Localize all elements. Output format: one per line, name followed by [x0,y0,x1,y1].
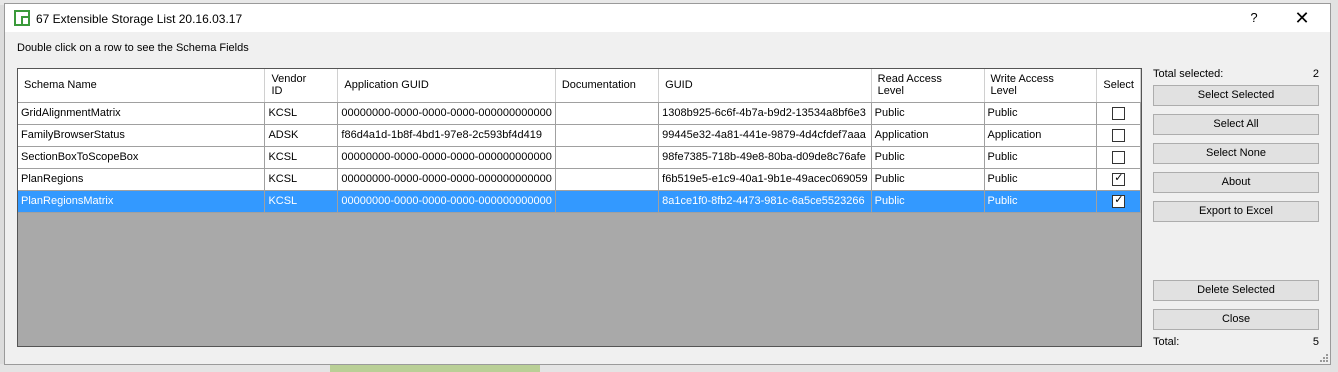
cell-guid[interactable]: 98fe7385-718b-49e8-80ba-d09de8c76afe [658,146,872,169]
cell-write-access[interactable]: Public [984,190,1098,213]
select-checkbox[interactable] [1112,128,1126,142]
cell-schema-name[interactable]: PlanRegionsMatrix [18,190,266,213]
app-icon [14,10,30,26]
total-label: Total: [1153,336,1180,348]
cell-write-access[interactable]: Public [984,168,1098,191]
title-bar[interactable]: 67 Extensible Storage List 20.16.03.17 ?… [5,4,1330,32]
table-row[interactable]: SectionBoxToScopeBox KCSL 00000000-0000-00… [18,146,1141,169]
cell-read-access[interactable]: Public [871,102,985,125]
schema-grid[interactable]: Schema Name Vendor ID Application GUID Do… [17,68,1142,347]
background-right [1330,0,1338,372]
cell-select[interactable]: ✓ [1096,190,1141,213]
cell-vendor-id[interactable]: KCSL [264,102,339,125]
cell-documentation[interactable] [555,146,660,169]
col-header-vendor-id[interactable]: Vendor ID [264,69,339,103]
cell-schema-name[interactable]: GridAlignmentMatrix [18,102,266,125]
select-checkbox[interactable] [1112,150,1126,164]
select-checkbox[interactable] [1112,106,1126,120]
delete-selected-button[interactable]: Delete Selected [1153,280,1319,301]
cell-schema-name[interactable]: PlanRegions [18,168,266,191]
select-checkbox[interactable]: ✓ [1112,193,1126,208]
select-selected-button[interactable]: Select Selected [1153,85,1319,106]
table-row[interactable]: PlanRegionsMatrix KCSL 00000000-0000-0000-… [18,190,1141,213]
cell-read-access[interactable]: Public [871,168,985,191]
select-all-button[interactable]: Select All [1153,114,1319,135]
col-header-select[interactable]: Select [1096,69,1141,103]
cell-select[interactable] [1096,124,1141,147]
about-button[interactable]: About [1153,172,1319,193]
total-selected-label: Total selected: [1153,68,1224,80]
export-excel-button[interactable]: Export to Excel [1153,201,1319,222]
cell-guid[interactable]: 8a1ce1f0-8fb2-4473-981c-6a5ce5523266 [658,190,872,213]
cell-read-access[interactable]: Application [871,124,985,147]
cell-vendor-id[interactable]: KCSL [264,146,339,169]
col-header-read-access[interactable]: Read Access Level [871,69,985,103]
cell-vendor-id[interactable]: KCSL [264,168,339,191]
cell-application-guid[interactable]: f86d4a1d-1b8f-4bd1-97e8-2c593bf4d419 [337,124,556,147]
col-header-schema-name[interactable]: Schema Name [18,69,266,103]
cell-guid[interactable]: 1308b925-6c6f-4b7a-b9d2-13534a8bf6e3 [658,102,872,125]
instruction-text: Double click on a row to see the Schema … [17,42,249,54]
cell-write-access[interactable]: Public [984,146,1098,169]
select-checkbox[interactable]: ✓ [1112,171,1126,186]
cell-vendor-id[interactable]: ADSK [264,124,339,147]
select-none-button[interactable]: Select None [1153,143,1319,164]
table-row[interactable]: FamilyBrowserStatus ADSK f86d4a1d-1b8f-4bd… [18,124,1141,147]
window-title: 67 Extensible Storage List 20.16.03.17 [36,12,243,26]
col-header-guid[interactable]: GUID [658,69,872,103]
background-drawing [330,364,540,372]
table-row[interactable]: PlanRegions KCSL 00000000-0000-0000-0000-0… [18,168,1141,191]
cell-guid[interactable]: 99445e32-4a81-441e-9879-4d4cfdef7aaa [658,124,872,147]
checkmark-icon: ✓ [1114,171,1124,184]
cell-application-guid[interactable]: 00000000-0000-0000-0000-000000000000 [337,190,556,213]
cell-application-guid[interactable]: 00000000-0000-0000-0000-000000000000 [337,102,556,125]
cell-schema-name[interactable]: SectionBoxToScopeBox [18,146,266,169]
cell-select[interactable]: ✓ [1096,168,1141,191]
col-header-write-access[interactable]: Write Access Level [984,69,1098,103]
cell-select[interactable] [1096,146,1141,169]
cell-vendor-id[interactable]: KCSL [264,190,339,213]
cell-write-access[interactable]: Application [984,124,1098,147]
cell-read-access[interactable]: Public [871,146,985,169]
col-header-application-guid[interactable]: Application GUID [337,69,556,103]
background-bottom [0,364,1338,372]
grid-header-row: Schema Name Vendor ID Application GUID Do… [18,69,1141,103]
dialog-window: 67 Extensible Storage List 20.16.03.17 ?… [4,3,1331,365]
close-button[interactable]: Close [1153,309,1319,330]
cell-documentation[interactable] [555,168,660,191]
cell-documentation[interactable] [555,102,660,125]
cell-schema-name[interactable]: FamilyBrowserStatus [18,124,266,147]
side-panel: Total selected: 2 Select Selected Select… [1153,4,1323,364]
cell-write-access[interactable]: Public [984,102,1098,125]
table-row[interactable]: GridAlignmentMatrix KCSL 00000000-0000-000… [18,102,1141,125]
total: Total: 5 [1153,336,1319,348]
total-selected-value: 2 [1312,68,1319,80]
total-selected: Total selected: 2 [1153,68,1319,80]
checkmark-icon: ✓ [1114,193,1124,206]
cell-select[interactable] [1096,102,1141,125]
cell-documentation[interactable] [555,124,660,147]
cell-application-guid[interactable]: 00000000-0000-0000-0000-000000000000 [337,168,556,191]
col-header-documentation[interactable]: Documentation [555,69,660,103]
cell-documentation[interactable] [555,190,660,213]
resize-grip-icon[interactable] [1318,352,1328,362]
cell-read-access[interactable]: Public [871,190,985,213]
cell-guid[interactable]: f6b519e5-e1c9-40a1-9b1e-49acec069059 [658,168,872,191]
cell-application-guid[interactable]: 00000000-0000-0000-0000-000000000000 [337,146,556,169]
total-value: 5 [1312,336,1319,348]
